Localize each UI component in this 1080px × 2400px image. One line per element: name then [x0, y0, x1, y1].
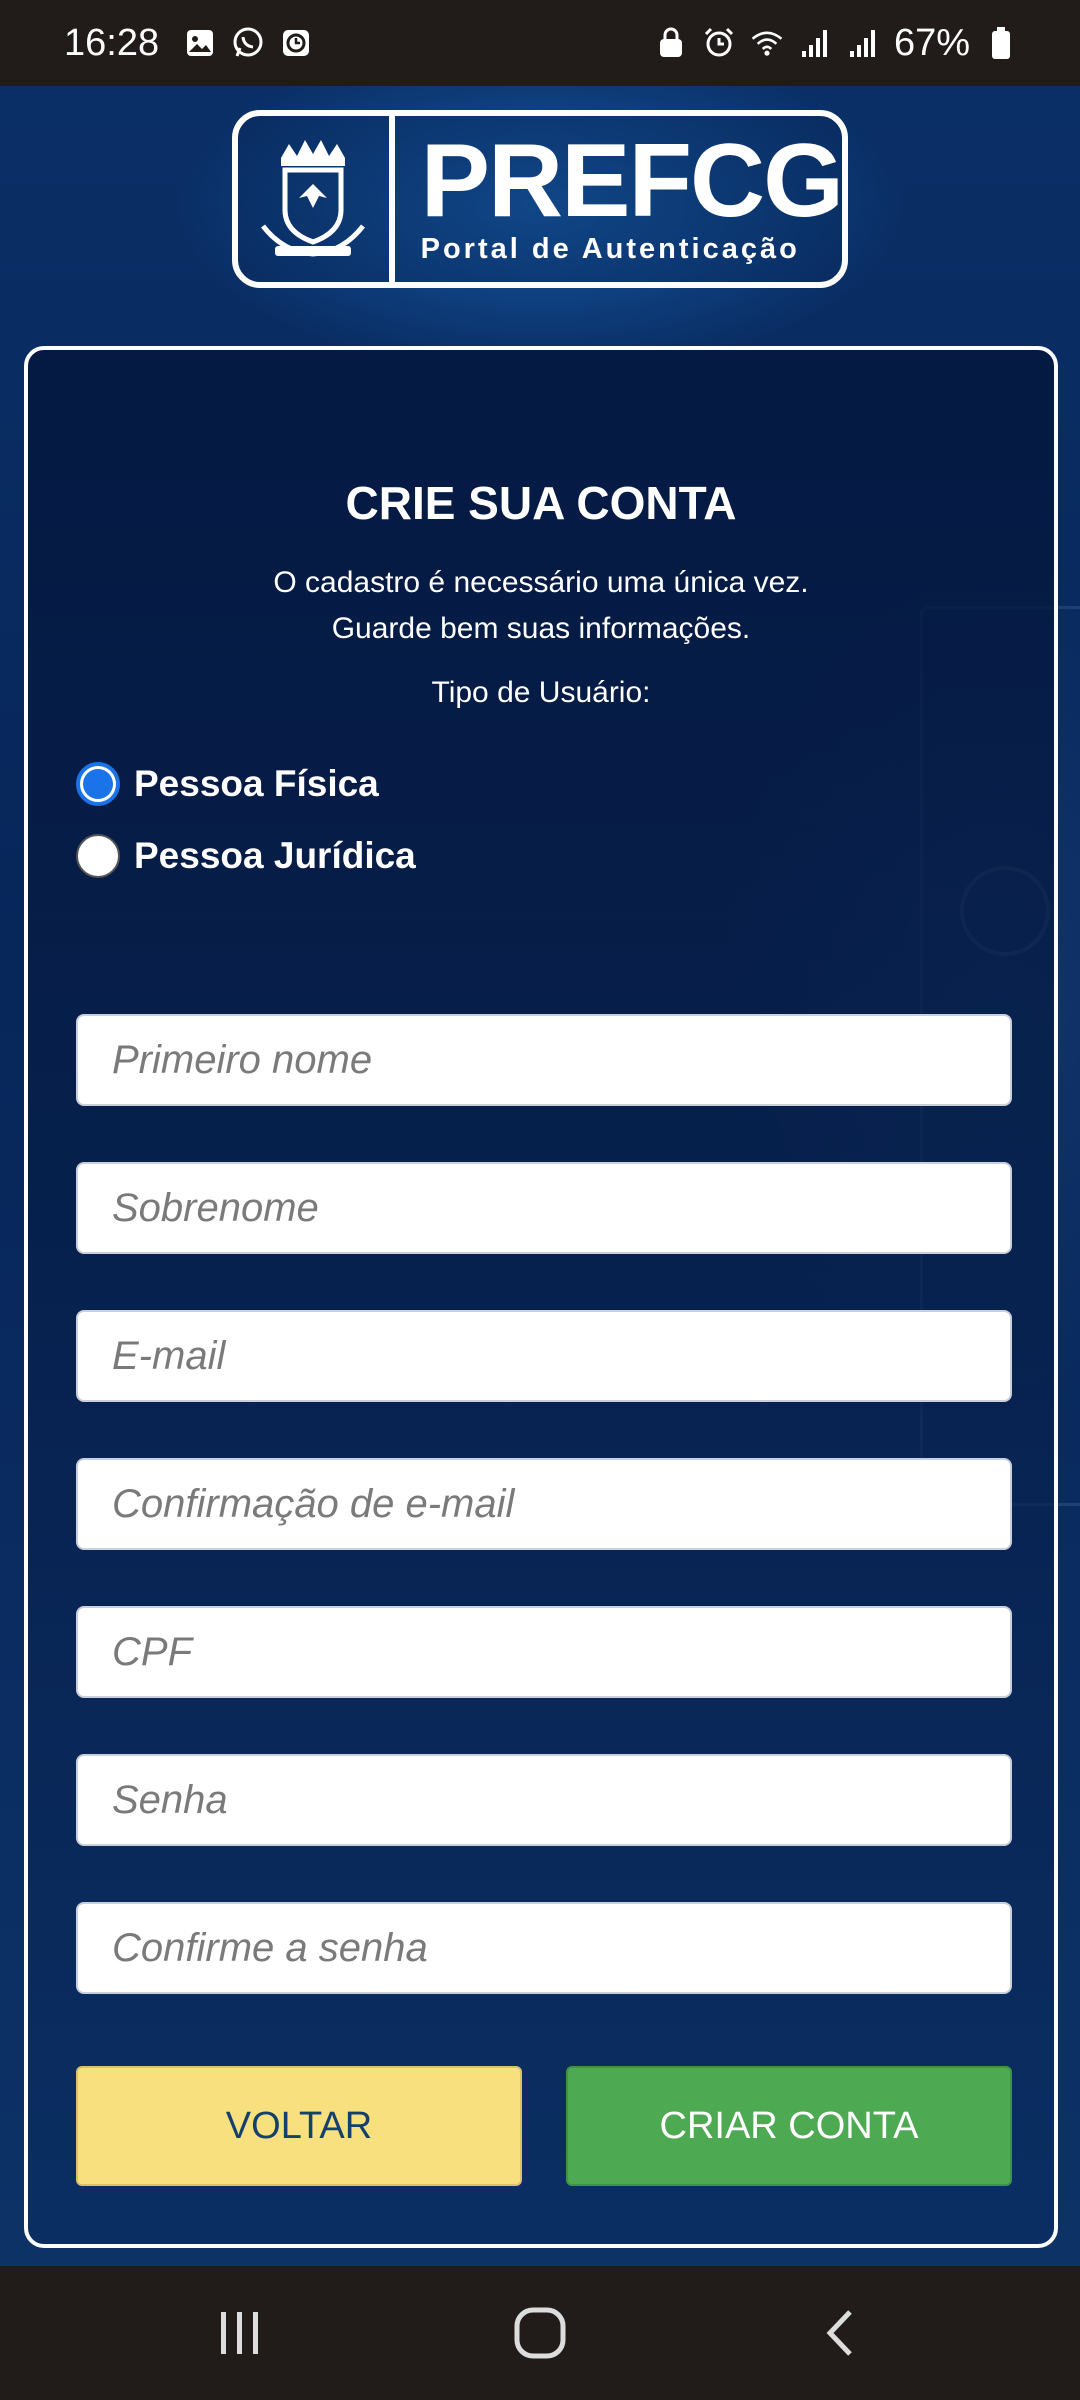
- back-icon[interactable]: [800, 2293, 880, 2373]
- coat-of-arms-icon: [238, 116, 395, 282]
- wifi-icon: [750, 26, 784, 60]
- logo-title: PREFCG: [420, 122, 844, 239]
- home-icon[interactable]: [500, 2293, 580, 2373]
- first-name-input[interactable]: [76, 1014, 1012, 1106]
- email-confirm-input[interactable]: [76, 1458, 1012, 1550]
- logo-text: PREFCG Portal de Autenticação: [395, 122, 844, 266]
- user-type-label: Tipo de Usuário:: [431, 676, 651, 709]
- form-description-line2: Guarde bem suas informações.: [331, 612, 751, 645]
- gallery-icon: [183, 26, 217, 60]
- cpf-input[interactable]: [76, 1606, 1012, 1698]
- status-time: 16:28: [64, 21, 160, 64]
- radio-label-pessoa-juridica: Pessoa Jurídica: [134, 835, 416, 876]
- navigation-bar: [0, 2266, 1080, 2400]
- form-title: CRIE SUA CONTA: [345, 477, 737, 529]
- clock-app-icon: [279, 26, 313, 60]
- lock-icon: [654, 26, 688, 60]
- back-button[interactable]: VOLTAR: [76, 2066, 522, 2186]
- alarm-icon: [702, 26, 736, 60]
- radio-button-selected[interactable]: [76, 762, 120, 806]
- whatsapp-icon: [231, 26, 265, 60]
- create-account-button[interactable]: CRIAR CONTA: [566, 2066, 1012, 2186]
- radio-pessoa-juridica[interactable]: Pessoa Jurídica: [76, 834, 416, 878]
- battery-percent: 67%: [893, 21, 970, 64]
- status-bar-left: 16:28: [64, 22, 313, 65]
- password-input[interactable]: [76, 1754, 1012, 1846]
- radio-label-pessoa-fisica: Pessoa Física: [134, 763, 379, 804]
- battery-icon: [984, 26, 1018, 60]
- signal-icon: [846, 26, 880, 60]
- radio-button[interactable]: [76, 834, 120, 878]
- email-input[interactable]: [76, 1310, 1012, 1402]
- prefcg-logo: PREFCG Portal de Autenticação: [232, 110, 848, 288]
- signup-card: CRIE SUA CONTA O cadastro é necessário u…: [24, 346, 1058, 2248]
- recent-apps-icon[interactable]: [200, 2293, 280, 2373]
- status-bar: 16:28 67%: [0, 0, 1080, 86]
- logo-subtitle: Portal de Autenticação: [420, 232, 800, 265]
- password-confirm-input[interactable]: [76, 1902, 1012, 1994]
- radio-pessoa-fisica[interactable]: Pessoa Física: [76, 762, 379, 806]
- signal-icon: [798, 26, 832, 60]
- last-name-input[interactable]: [76, 1162, 1012, 1254]
- status-bar-right: 67%: [654, 22, 1018, 65]
- form-description-line1: O cadastro é necessário uma única vez.: [273, 566, 809, 599]
